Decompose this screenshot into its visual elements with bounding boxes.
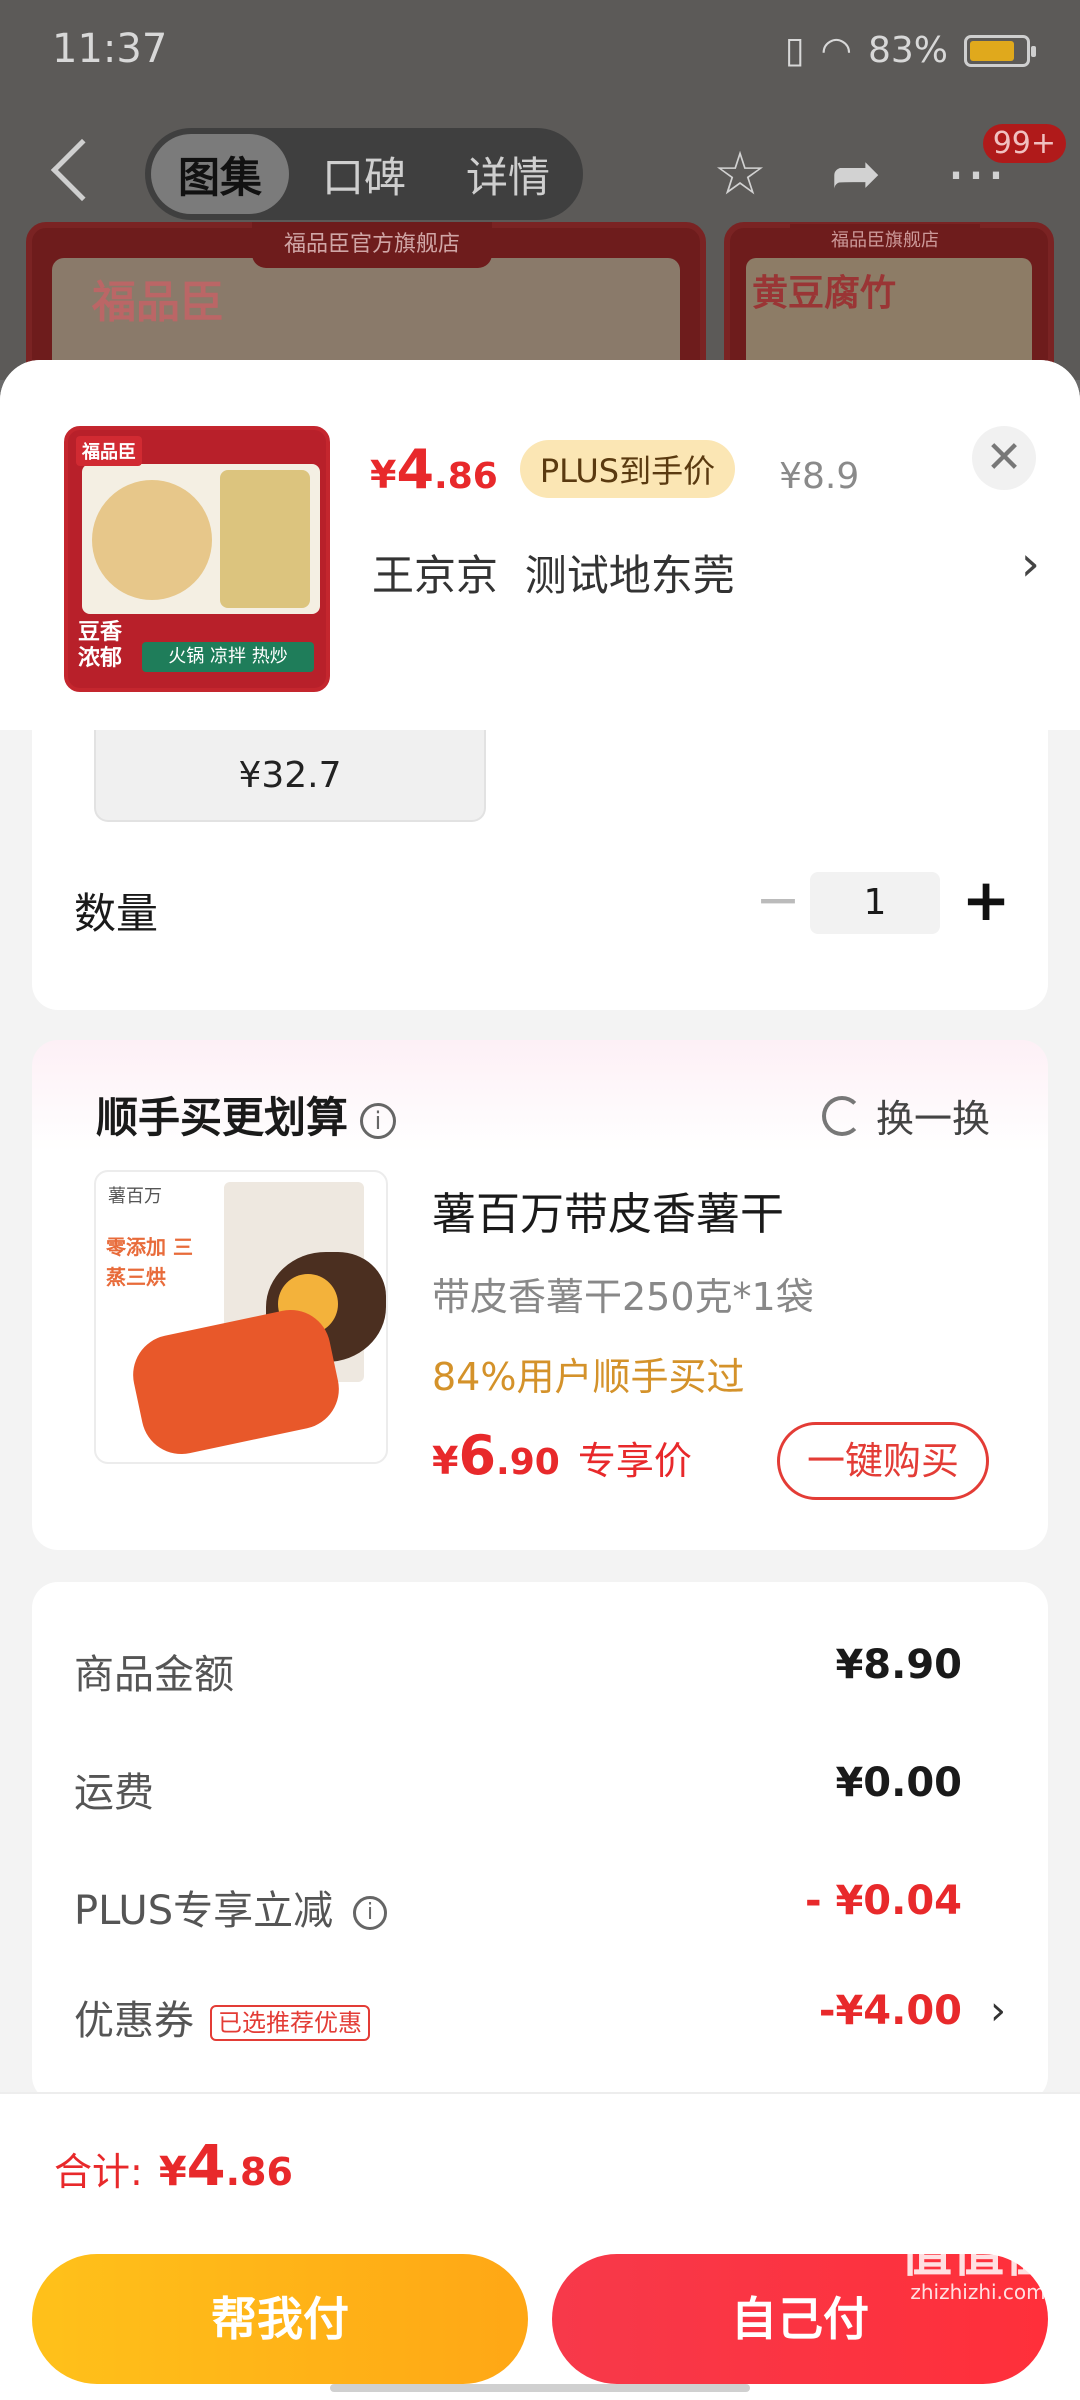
share-icon[interactable]: ➦ <box>818 136 894 212</box>
summary-value: ¥0.00 <box>835 1760 962 1806</box>
summary-label-wrap: 优惠券 已选推荐优惠 <box>74 1988 370 2046</box>
info-icon[interactable]: i <box>353 1896 388 1930</box>
banner2-shop-name: 福品臣旗舰店 <box>790 224 980 258</box>
favorite-star-icon[interactable]: ☆ <box>702 136 778 212</box>
wifi-icon: ◠ <box>820 30 852 71</box>
tab-bar: 图集 口碑 详情 <box>145 128 583 220</box>
close-icon[interactable]: ✕ <box>972 426 1036 490</box>
tab-details[interactable]: 详情 <box>439 134 577 214</box>
price-integer: 4 <box>396 438 435 501</box>
summary-label: 优惠券 <box>74 1998 194 2044</box>
thumbnail-logo: 福品臣 <box>76 436 142 466</box>
addon-social-proof: 84%用户顺手买过 <box>432 1355 745 1399</box>
product-price: ¥ 4 .86 PLUS到手价 ¥8.9 <box>370 438 859 504</box>
addon-product-spec: 带皮香薯干250克*1袋 <box>432 1275 814 1319</box>
addon-title-text: 顺手买更划算 <box>96 1093 349 1142</box>
summary-row-plus-discount: PLUS专享立减 i - ¥0.04 <box>74 1878 992 1938</box>
watermark-url: zhizhizhi.com <box>910 2280 1046 2304</box>
thumbnail-tag: 豆香浓郁 <box>78 620 123 671</box>
addon-price-integer: 6 <box>458 1424 497 1487</box>
banner-logo: 福品臣 <box>92 277 224 328</box>
refresh-icon <box>821 1095 862 1136</box>
summary-row-shipping: 运费 ¥0.00 <box>74 1760 992 1820</box>
product-thumbnail: 福品臣 豆香浓郁 火锅 凉拌 热炒 <box>64 426 330 692</box>
back-icon[interactable] <box>50 138 114 202</box>
sim-icon: ▯ <box>784 30 805 71</box>
addon-price: ¥ 6 .90 专享价 <box>432 1424 692 1487</box>
addon-price-decimal: .90 <box>496 1442 560 1483</box>
total-decimal: .86 <box>225 2150 293 2194</box>
total-label: 合计: <box>54 2150 143 2194</box>
total-integer: 4 <box>186 2134 226 2199</box>
quantity-label: 数量 <box>74 889 159 938</box>
plus-price-tag: PLUS到手价 <box>519 440 736 498</box>
battery-icon <box>964 34 1036 67</box>
battery-percent: 83% <box>867 30 948 71</box>
chevron-right-icon[interactable]: › <box>1021 536 1040 592</box>
summary-value: -¥4.00 <box>818 1988 962 2034</box>
coupon-tag: 已选推荐优惠 <box>210 2005 370 2041</box>
addon-price-currency: ¥ <box>432 1439 459 1483</box>
sheet-header: 福品臣 豆香浓郁 火锅 凉拌 热炒 ¥ 4 .86 PLUS到手价 ¥8.9 ✕… <box>0 360 1080 730</box>
status-bar: 11:37 ▯ ◠ 83% <box>0 0 1080 100</box>
addon-image-text: 零添加 三蒸三烘 <box>106 1235 193 1289</box>
summary-row-goods: 商品金额 ¥8.90 <box>74 1642 992 1702</box>
background-page: 11:37 ▯ ◠ 83% 图集 口碑 详情 ☆ ➦ ⋯ 99+ 福品臣官方旗舰… <box>0 0 1080 422</box>
watermark: 值值值 zhizhizhi.com <box>900 2228 1056 2304</box>
home-indicator[interactable] <box>330 2384 750 2392</box>
summary-label: 商品金额 <box>74 1652 234 1698</box>
quantity-input[interactable]: 1 <box>810 872 940 934</box>
watermark-text: 值值值 <box>899 2224 1056 2284</box>
spec-option[interactable]: ¥32.7 <box>94 730 486 822</box>
info-icon[interactable]: i <box>360 1102 397 1139</box>
status-time: 11:37 <box>52 26 168 72</box>
summary-row-coupon[interactable]: 优惠券 已选推荐优惠 -¥4.00 › <box>74 1988 1006 2048</box>
refresh-button[interactable]: 换一换 <box>821 1088 990 1143</box>
summary-label: PLUS专享立减 <box>74 1888 334 1934</box>
refresh-label: 换一换 <box>875 1097 990 1141</box>
summary-label: 运费 <box>74 1770 154 1816</box>
banner2-title: 黄豆腐竹 <box>752 273 897 314</box>
delivery-address[interactable]: 王京京 测试地东莞 <box>372 542 1012 603</box>
addon-title: 顺手买更划算 i <box>96 1084 397 1145</box>
help-me-pay-button[interactable]: 帮我付 <box>32 2254 528 2384</box>
total-currency: ¥ <box>158 2149 187 2195</box>
order-total: 合计: ¥ 4 .86 <box>54 2134 293 2199</box>
summary-value: ¥8.90 <box>835 1642 962 1688</box>
one-click-buy-button[interactable]: 一键购买 <box>777 1422 989 1500</box>
decrease-button[interactable]: − <box>748 872 808 932</box>
banner-shop-name: 福品臣官方旗舰店 <box>252 222 492 268</box>
addon-product-name[interactable]: 薯百万带皮香薯干 <box>432 1178 784 1242</box>
price-currency: ¥ <box>370 453 397 497</box>
summary-value: - ¥0.04 <box>804 1878 962 1924</box>
addon-price-label: 专享价 <box>577 1439 692 1483</box>
tab-reviews[interactable]: 口碑 <box>295 134 433 214</box>
increase-button[interactable]: + <box>956 870 1016 930</box>
addon-product-image[interactable]: 薯百万 零添加 三蒸三烘 <box>94 1170 388 1464</box>
thumbnail-badge: 火锅 凉拌 热炒 <box>142 642 314 672</box>
price-summary: 商品金额 ¥8.90 运费 ¥0.00 PLUS专享立减 i - ¥0.04 优惠… <box>32 1582 1048 2102</box>
price-decimal: .86 <box>434 456 498 497</box>
addon-image-brand: 薯百万 <box>108 1186 162 1207</box>
original-price: ¥8.9 <box>779 456 860 497</box>
summary-label-wrap: PLUS专享立减 i <box>74 1878 388 1936</box>
chevron-right-icon[interactable]: › <box>990 1988 1006 2034</box>
top-navigation: 图集 口碑 详情 ☆ ➦ ⋯ 99+ <box>0 124 1080 220</box>
addon-card: 顺手买更划算 i 换一换 薯百万 零添加 三蒸三烘 薯百万带皮香薯干 带皮香薯干2… <box>32 1040 1048 1550</box>
notification-badge: 99+ <box>982 124 1066 163</box>
tab-gallery[interactable]: 图集 <box>151 134 289 214</box>
quantity-card: ¥32.7 数量 − 1 + <box>32 730 1048 1010</box>
